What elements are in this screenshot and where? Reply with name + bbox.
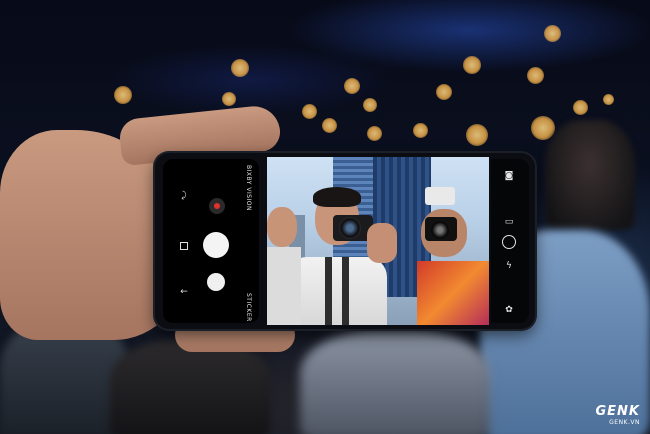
background-person — [300, 330, 490, 434]
bokeh-light — [114, 86, 132, 104]
background-person — [545, 120, 635, 230]
bokeh-light — [527, 67, 544, 84]
shutter-button[interactable] — [203, 232, 229, 258]
bokeh-light — [544, 25, 561, 42]
watermark-brand: GENK — [595, 404, 640, 419]
photo-scene: BIXBY VISION STICKER ⤸ ← ◙ ▭ ϟ ✿ GENK GE… — [0, 0, 650, 434]
flip-camera-icon[interactable]: ⤸ — [177, 189, 191, 203]
secondary-shutter[interactable] — [207, 273, 225, 291]
bokeh-light — [466, 124, 488, 146]
bokeh-light — [302, 104, 317, 119]
photographer-hair — [313, 187, 361, 207]
bokeh-light — [413, 123, 428, 138]
camera-controls-panel: BIXBY VISION STICKER ⤸ ← — [163, 159, 259, 323]
watermark-domain: GENK.VN — [609, 419, 640, 426]
bokeh-light — [573, 100, 588, 115]
flash-off-icon[interactable]: ϟ — [501, 259, 517, 273]
phone-device: BIXBY VISION STICKER ⤸ ← ◙ ▭ ϟ ✿ — [155, 153, 535, 329]
camera-side-toolbar: ◙ ▭ ϟ ✿ — [491, 159, 529, 323]
settings-icon[interactable]: ✿ — [501, 303, 517, 317]
tag-icon[interactable]: ▭ — [501, 215, 517, 229]
bokeh-light — [436, 84, 452, 100]
recent-apps-icon[interactable] — [177, 239, 191, 253]
second-camera-lens — [431, 221, 449, 239]
bokeh-light — [344, 78, 360, 94]
bokeh-light — [363, 98, 377, 112]
left-person-body — [267, 247, 301, 325]
camera-icon[interactable]: ◙ — [501, 169, 517, 183]
bokeh-light — [463, 56, 481, 74]
bokeh-light — [231, 59, 249, 77]
watermark: GENK GENK.VN — [595, 404, 640, 426]
camera-lens — [339, 217, 361, 239]
back-icon[interactable]: ← — [177, 285, 191, 299]
record-icon[interactable] — [209, 198, 225, 214]
photographer-hand — [367, 223, 397, 263]
left-person — [267, 207, 297, 247]
second-photographer-shirt — [417, 261, 489, 325]
bokeh-light — [222, 92, 236, 106]
bokeh-light — [367, 126, 382, 141]
dial-icon[interactable] — [501, 235, 517, 249]
camera-viewfinder[interactable] — [267, 157, 489, 325]
flash-unit — [425, 187, 455, 205]
background-person — [110, 340, 270, 434]
bixby-vision-label[interactable]: BIXBY VISION — [245, 165, 252, 211]
camera-strap — [307, 257, 367, 325]
bokeh-light — [322, 118, 337, 133]
bokeh-light — [603, 94, 614, 105]
sticker-label[interactable]: STICKER — [245, 293, 252, 322]
